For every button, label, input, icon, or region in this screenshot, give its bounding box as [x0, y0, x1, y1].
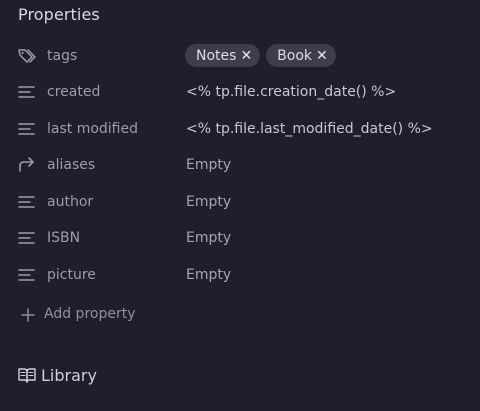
property-value-aliases[interactable]: Empty: [186, 156, 231, 174]
forward-arrow-icon[interactable]: [17, 156, 37, 174]
property-value-last-modified[interactable]: <% tp.file.last_modified_date() %>: [186, 120, 433, 138]
remove-tag-icon[interactable]: ✕: [316, 49, 328, 63]
property-row-tags: tags Notes ✕ Book ✕: [0, 40, 480, 72]
property-row-picture: picture Empty: [0, 259, 480, 291]
tag-label: Book: [277, 47, 313, 64]
text-lines-icon[interactable]: [17, 266, 37, 284]
property-key-picture[interactable]: picture: [47, 266, 96, 284]
text-lines-icon[interactable]: [17, 83, 37, 101]
tags-icon[interactable]: [17, 47, 37, 65]
property-value-isbn[interactable]: Empty: [186, 229, 231, 247]
text-lines-icon[interactable]: [17, 229, 37, 247]
property-row-created: created <% tp.file.creation_date() %>: [0, 76, 480, 108]
text-lines-icon[interactable]: [17, 193, 37, 211]
property-value-author[interactable]: Empty: [186, 193, 231, 211]
property-key-isbn[interactable]: ISBN: [47, 229, 80, 247]
property-key-aliases[interactable]: aliases: [47, 156, 95, 174]
library-link-label: Library: [41, 365, 97, 385]
property-row-author: author Empty: [0, 186, 480, 218]
tag-pill-book[interactable]: Book ✕: [266, 44, 336, 67]
property-key-author[interactable]: author: [47, 193, 93, 211]
property-row-isbn: ISBN Empty: [0, 222, 480, 254]
tag-list: Notes ✕ Book ✕: [185, 44, 336, 67]
tag-label: Notes: [196, 47, 237, 64]
property-row-last-modified: last modified <% tp.file.last_modified_d…: [0, 113, 480, 145]
add-property-button[interactable]: Add property: [0, 300, 200, 330]
remove-tag-icon[interactable]: ✕: [240, 49, 252, 63]
properties-heading[interactable]: Properties: [18, 5, 100, 24]
add-property-label: Add property: [44, 306, 136, 322]
plus-icon: [20, 307, 36, 323]
library-link[interactable]: Library: [17, 364, 97, 386]
property-key-tags[interactable]: tags: [47, 47, 77, 65]
text-lines-icon[interactable]: [17, 120, 37, 138]
property-value-picture[interactable]: Empty: [186, 266, 231, 284]
open-book-icon: [17, 366, 37, 384]
properties-panel: Properties tags Notes ✕ Book ✕ created <…: [0, 0, 480, 411]
property-value-created[interactable]: <% tp.file.creation_date() %>: [186, 83, 396, 101]
property-key-created[interactable]: created: [47, 83, 100, 101]
property-key-last-modified[interactable]: last modified: [47, 120, 138, 138]
property-row-aliases: aliases Empty: [0, 149, 480, 181]
tag-pill-notes[interactable]: Notes ✕: [185, 44, 261, 67]
